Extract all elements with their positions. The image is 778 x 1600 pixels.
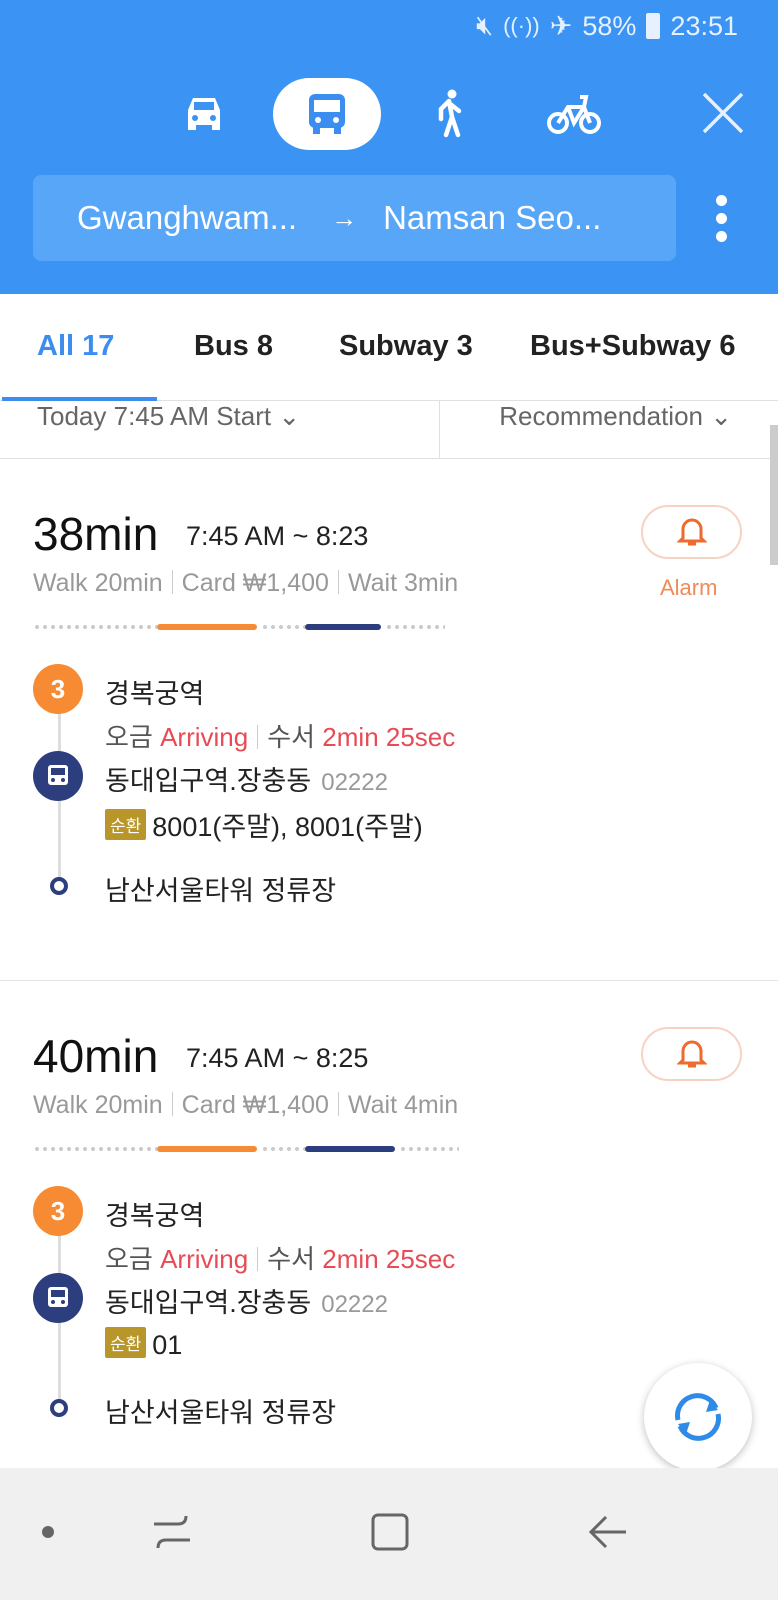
more-options-icon[interactable]	[716, 195, 728, 245]
close-icon[interactable]	[698, 88, 748, 138]
bus-stop-icon	[33, 1273, 83, 1323]
recent-apps-icon[interactable]	[152, 1510, 192, 1554]
bike-icon	[547, 95, 601, 134]
system-nav-bar	[0, 1468, 778, 1600]
wifi-icon: ((·))	[503, 13, 540, 38]
route-field[interactable]: Gwanghwam... → Namsan Seo...	[33, 175, 676, 261]
departure-time-dropdown[interactable]: Today 7:45 AM Start ⌄	[37, 401, 300, 432]
alarm-button[interactable]	[641, 1027, 742, 1081]
route-meta: Walk 20min Card ₩1,400 Wait 3min	[33, 569, 459, 597]
route-progress-bar	[33, 1146, 459, 1152]
refresh-button[interactable]	[644, 1363, 752, 1471]
station-name: 경복궁역	[105, 679, 205, 709]
route-times: 7:45 AM ~ 8:23	[186, 521, 369, 551]
status-bar: 🔇︎ ((·)) ✈ 58% 23:51	[476, 10, 738, 42]
route-duration: 40min	[33, 1030, 159, 1082]
dot-indicator	[42, 1526, 54, 1538]
bus-stop-icon	[33, 751, 83, 801]
origin-label[interactable]: Gwanghwam...	[77, 199, 297, 237]
route-progress-bar	[33, 624, 445, 630]
tab-all[interactable]: All 17	[37, 330, 114, 363]
header: 🔇︎ ((·)) ✈ 58% 23:51 Gwanghwam... → Nams…	[0, 0, 778, 294]
mode-bike-button[interactable]	[524, 78, 624, 150]
scrollbar[interactable]	[770, 425, 778, 565]
bell-icon	[676, 518, 707, 546]
destination-stop: 남산서울타워 정류장	[105, 876, 337, 906]
mode-car-button[interactable]	[154, 78, 254, 150]
mode-bus-button[interactable]	[273, 78, 381, 150]
route-card[interactable]: 38min 7:45 AM ~ 8:23 Walk 20min Card ₩1,4…	[0, 459, 770, 979]
refresh-icon	[675, 1393, 721, 1441]
station-name: 경복궁역	[105, 1201, 205, 1231]
arrival-info: 오금 Arriving 수서 2min 25sec	[105, 1244, 456, 1274]
mute-icon: 🔇︎	[476, 10, 494, 40]
bus-lines: 순환 8001(주말), 8001(주말)	[105, 805, 423, 844]
bus-icon	[309, 94, 345, 134]
destination-label[interactable]: Namsan Seo...	[383, 199, 601, 237]
filter-row: Today 7:45 AM Start ⌄ Recommendation ⌄	[0, 401, 778, 459]
clock: 23:51	[670, 10, 738, 41]
tab-bus[interactable]: Bus 8	[194, 330, 273, 363]
destination-icon	[50, 877, 68, 895]
route-type-tabs: All 17 Bus 8 Subway 3 Bus+Subway 6	[0, 294, 778, 401]
car-icon	[188, 98, 220, 130]
sort-dropdown[interactable]: Recommendation ⌄	[499, 401, 732, 432]
bus-stop: 동대입구역.장충동 02222	[105, 766, 388, 796]
arrow-icon: →	[331, 202, 358, 233]
route-duration: 38min	[33, 508, 159, 560]
bus-stop: 동대입구역.장충동 02222	[105, 1288, 388, 1318]
arrival-info: 오금 Arriving 수서 2min 25sec	[105, 722, 456, 752]
mode-walk-button[interactable]	[400, 78, 500, 150]
back-icon[interactable]	[588, 1514, 628, 1550]
subway-line-badge: 3	[33, 664, 83, 714]
battery-level: 58%	[582, 10, 637, 41]
walk-icon	[438, 89, 462, 138]
destination-stop: 남산서울타워 정류장	[105, 1398, 337, 1428]
tab-bus-subway[interactable]: Bus+Subway 6	[530, 330, 736, 363]
alarm-label: Alarm	[660, 575, 718, 600]
home-icon[interactable]	[370, 1512, 410, 1552]
airplane-icon: ✈	[549, 10, 573, 41]
alarm-button[interactable]	[641, 505, 742, 559]
subway-line-badge: 3	[33, 1186, 83, 1236]
battery-icon	[646, 13, 661, 39]
route-times: 7:45 AM ~ 8:25	[186, 1043, 369, 1073]
tab-subway[interactable]: Subway 3	[339, 330, 473, 363]
bus-lines: 순환 01	[105, 1327, 182, 1361]
bell-icon	[676, 1040, 707, 1068]
destination-icon	[50, 1399, 68, 1417]
route-meta: Walk 20min Card ₩1,400 Wait 4min	[33, 1091, 459, 1119]
